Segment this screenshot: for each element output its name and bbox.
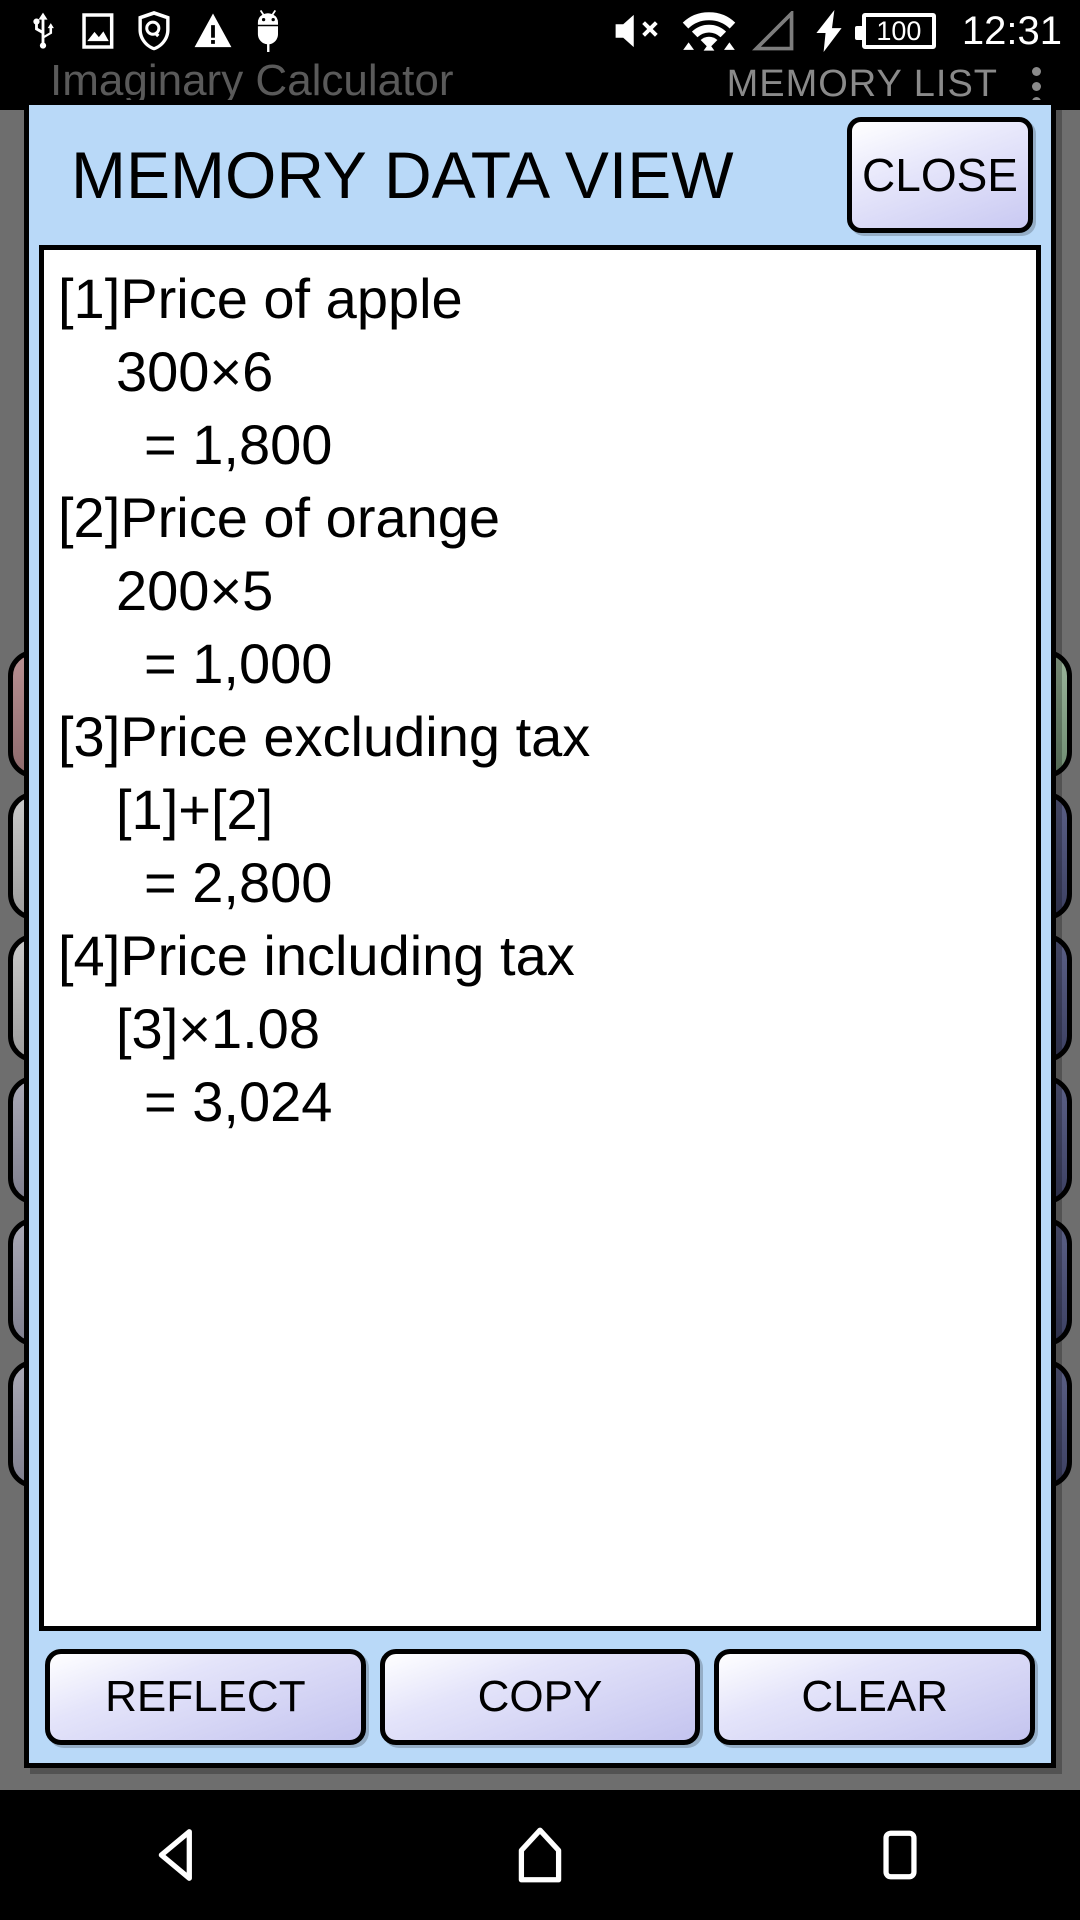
charging-bolt-icon [816, 10, 842, 52]
home-icon [518, 1827, 562, 1883]
memory-entry-list[interactable]: [1]Price of apple 300×6 = 1,800 [2]Price… [39, 245, 1041, 1631]
dialog-action-bar: REFLECT COPY CLEAR [29, 1631, 1051, 1763]
nav-recents-button[interactable] [800, 1790, 1000, 1920]
image-icon [82, 13, 114, 49]
entry-expression: [1]+[2] [116, 778, 274, 841]
dialog-header: MEMORY DATA VIEW CLOSE [29, 105, 1051, 245]
nav-back-button[interactable] [80, 1790, 280, 1920]
dialog-title: MEMORY DATA VIEW [71, 138, 734, 212]
memory-data-view-dialog: MEMORY DATA VIEW CLOSE [1]Price of apple… [24, 100, 1056, 1768]
entry-label: [2]Price of orange [58, 486, 501, 549]
wifi-icon [682, 12, 736, 51]
android-navigation-bar [0, 1790, 1080, 1920]
copy-button-label: COPY [477, 1672, 603, 1721]
status-bar-clock: 12:31 [961, 9, 1062, 53]
clear-button[interactable]: CLEAR [714, 1649, 1036, 1745]
warning-triangle-icon [194, 13, 232, 48]
entry-result: = 1,000 [144, 632, 333, 695]
usb-icon [33, 12, 54, 49]
app-title: Imaginary Calculator [50, 56, 454, 105]
list-item[interactable]: [3]Price excluding tax [1]+[2] = 2,800 [44, 700, 1036, 919]
entry-result: = 1,800 [144, 413, 333, 476]
entry-result: = 2,800 [144, 851, 333, 914]
battery-level: 100 [876, 15, 922, 46]
status-bar-left-icons [26, 10, 284, 52]
reflect-button-label: REFLECT [105, 1672, 306, 1721]
status-bar: 100 12:31 [0, 0, 1080, 62]
volume-muted-icon [615, 14, 658, 48]
entry-label: [4]Price including tax [58, 924, 575, 987]
security-shield-icon [138, 11, 170, 51]
back-triangle-icon [158, 1829, 192, 1881]
status-bar-right-icons: 100 12:31 [612, 10, 1062, 52]
reflect-button[interactable]: REFLECT [45, 1649, 366, 1745]
battery-icon: 100 [854, 13, 936, 49]
clear-button-label: CLEAR [801, 1672, 949, 1721]
list-item[interactable]: [2]Price of orange 200×5 = 1,000 [44, 481, 1036, 700]
signal-none-icon [751, 11, 794, 51]
entry-label: [1]Price of apple [58, 267, 463, 330]
close-button-label: CLOSE [862, 149, 1018, 201]
list-item[interactable]: [4]Price including tax [3]×1.08 = 3,024 [44, 919, 1036, 1138]
android-debug-icon [257, 10, 279, 52]
entry-result: = 3,024 [144, 1070, 333, 1133]
nav-home-button[interactable] [440, 1790, 640, 1920]
recents-square-icon [883, 1830, 917, 1880]
close-button[interactable]: CLOSE [847, 117, 1033, 233]
copy-button[interactable]: COPY [379, 1649, 701, 1745]
entry-label: [3]Price excluding tax [58, 705, 591, 768]
list-item[interactable]: [1]Price of apple 300×6 = 1,800 [44, 262, 1036, 481]
entry-expression: 300×6 [116, 340, 274, 403]
entry-expression: 200×5 [116, 559, 274, 622]
entry-expression: [3]×1.08 [116, 997, 320, 1060]
